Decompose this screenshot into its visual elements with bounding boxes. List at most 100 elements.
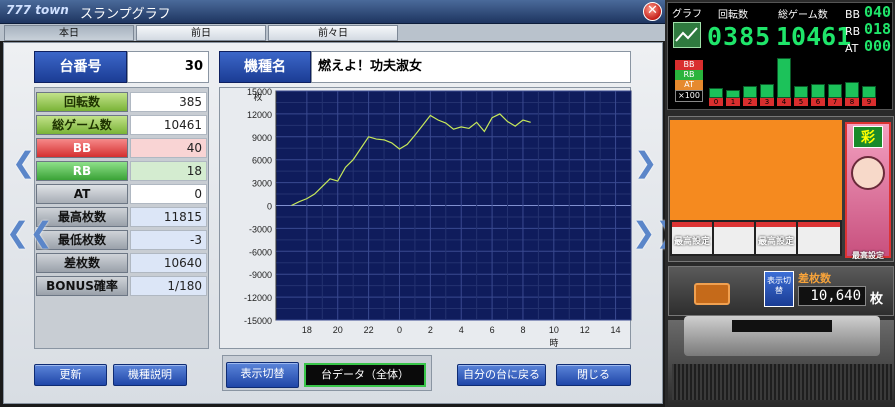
update-button[interactable]: 更新: [34, 364, 107, 386]
diff-label: 差枚数: [798, 272, 831, 285]
history-bar-index: 3: [760, 98, 774, 106]
x-tick-label: 0: [397, 325, 402, 335]
stat-value-at: 0: [130, 184, 207, 204]
tray-slot: [732, 320, 832, 332]
y-tick-label: 9000: [252, 133, 272, 143]
tab-day-before[interactable]: 前々日: [268, 25, 398, 41]
bb-count-value: 040: [864, 3, 892, 21]
stat-label-rb: RB: [36, 161, 128, 181]
tab-yesterday[interactable]: 前日: [136, 25, 266, 41]
total-label: 総ゲーム数: [778, 10, 828, 21]
reel-2[interactable]: [714, 222, 754, 254]
unit-data-button[interactable]: 台データ（全体）: [304, 363, 426, 387]
character-label: 彩: [853, 126, 883, 148]
reel-3[interactable]: 最高設定: [756, 222, 796, 254]
stat-value-total-games: 10461: [130, 115, 207, 135]
history-bar-index: 9: [862, 98, 876, 106]
y-tick-label: 3000: [252, 179, 272, 189]
character-sub: 最高設定: [852, 251, 884, 260]
rb-count-label: RB: [845, 25, 861, 38]
character-face-icon: [851, 156, 885, 190]
first-arrow-icon[interactable]: ❮❮: [6, 216, 53, 249]
stat-value-diff: 10640: [130, 253, 207, 273]
x-axis-label: 時: [549, 338, 558, 349]
history-bar-index: 8: [845, 98, 859, 106]
x-tick-label: 22: [364, 325, 374, 335]
stat-label-at: AT: [36, 184, 128, 204]
history-bar: [760, 84, 774, 98]
history-bar-index: 0: [709, 98, 723, 106]
y-tick-label: 0: [267, 202, 272, 212]
return-own-button[interactable]: 自分の台に戻る: [457, 364, 546, 386]
tab-today[interactable]: 本日: [4, 25, 134, 41]
next-arrow-icon[interactable]: ❯: [634, 146, 657, 179]
bb-count-label: BB: [845, 8, 861, 21]
stat-label-bonus-rate: BONUS確率: [36, 276, 128, 296]
slump-graph-panel: 15000 12000 9000 6000 3000 0 -3000 -6000 -9000 -1…: [219, 87, 632, 349]
x-tick-label: 6: [490, 325, 495, 335]
legend-scale: ×100: [675, 90, 703, 102]
history-bar: [777, 58, 791, 98]
history-bar-index: 2: [743, 98, 757, 106]
medal-icon: [694, 283, 730, 305]
reel-1[interactable]: 最高設定: [672, 222, 712, 254]
count-values: 040 018 000: [864, 4, 891, 55]
character-card: 彩 最高設定: [845, 122, 891, 260]
close-icon[interactable]: ✕: [643, 2, 662, 21]
slot-screen: [670, 120, 842, 220]
legend-rb: RB: [675, 70, 703, 80]
machine-desc-button[interactable]: 機種説明: [113, 364, 187, 386]
legend-at: AT: [675, 80, 703, 90]
prev-arrow-icon[interactable]: ❮: [12, 146, 35, 179]
history-bar-index: 1: [726, 98, 740, 106]
history-bar-index: 4: [777, 98, 791, 106]
spins-counter: 0385: [707, 22, 772, 51]
machine-number-value: 30: [127, 51, 209, 83]
stat-label-total-games: 総ゲーム数: [36, 115, 128, 135]
history-bar: [845, 82, 859, 98]
at-count-label: AT: [845, 42, 859, 55]
spins-label: 回転数: [718, 10, 748, 21]
x-tick-label: 4: [459, 325, 464, 335]
diff-unit: 枚: [870, 292, 884, 307]
reel-4[interactable]: [798, 222, 840, 254]
close-button[interactable]: 閉じる: [556, 364, 631, 386]
x-tick-label: 8: [520, 325, 525, 335]
count-labels: BB RB AT: [845, 6, 860, 57]
graph-label: グラフ: [672, 9, 702, 20]
window-title: スランプグラフ: [80, 7, 171, 22]
stat-value-max: 11815: [130, 207, 207, 227]
y-axis-label: 枚: [253, 91, 262, 103]
x-tick-label: 10: [549, 325, 559, 335]
display-switch-button[interactable]: 表示切替: [764, 271, 794, 307]
x-tick-label: 14: [611, 325, 621, 335]
stat-label-spins: 回転数: [36, 92, 128, 112]
total-counter: 10461: [776, 22, 852, 51]
y-tick-label: 6000: [252, 156, 272, 166]
stat-value-bb: 40: [130, 138, 207, 158]
stat-value-spins: 385: [130, 92, 207, 112]
stat-value-min: -3: [130, 230, 207, 250]
rb-count-value: 018: [864, 20, 892, 38]
legend-bb: BB: [675, 60, 703, 70]
history-bar: [811, 84, 825, 98]
at-count-value: 000: [864, 37, 892, 55]
graph-icon[interactable]: [673, 22, 701, 48]
y-tick-label: -15000: [244, 316, 272, 326]
machine-name-value: 燃えよ！功夫淑女: [311, 51, 631, 83]
diff-value: 10,640: [798, 286, 866, 306]
brand-logo: 777 town: [6, 3, 69, 17]
stat-value-rb: 18: [130, 161, 207, 181]
y-tick-label: -3000: [249, 224, 272, 234]
y-tick-label: -6000: [249, 247, 272, 257]
history-bars: 0123456789: [709, 58, 881, 108]
history-bar: [726, 90, 740, 98]
x-tick-label: 12: [580, 325, 590, 335]
x-tick-label: 18: [302, 325, 312, 335]
toggle-display-button[interactable]: 表示切替: [226, 362, 299, 388]
machine-name-label: 機種名: [219, 51, 311, 83]
y-tick-label: 12000: [247, 110, 272, 120]
y-tick-label: -9000: [249, 270, 272, 280]
stat-value-bonus-rate: 1/180: [130, 276, 207, 296]
slump-graph: 15000120009000600030000-3000-6000-9000-1…: [244, 87, 632, 349]
